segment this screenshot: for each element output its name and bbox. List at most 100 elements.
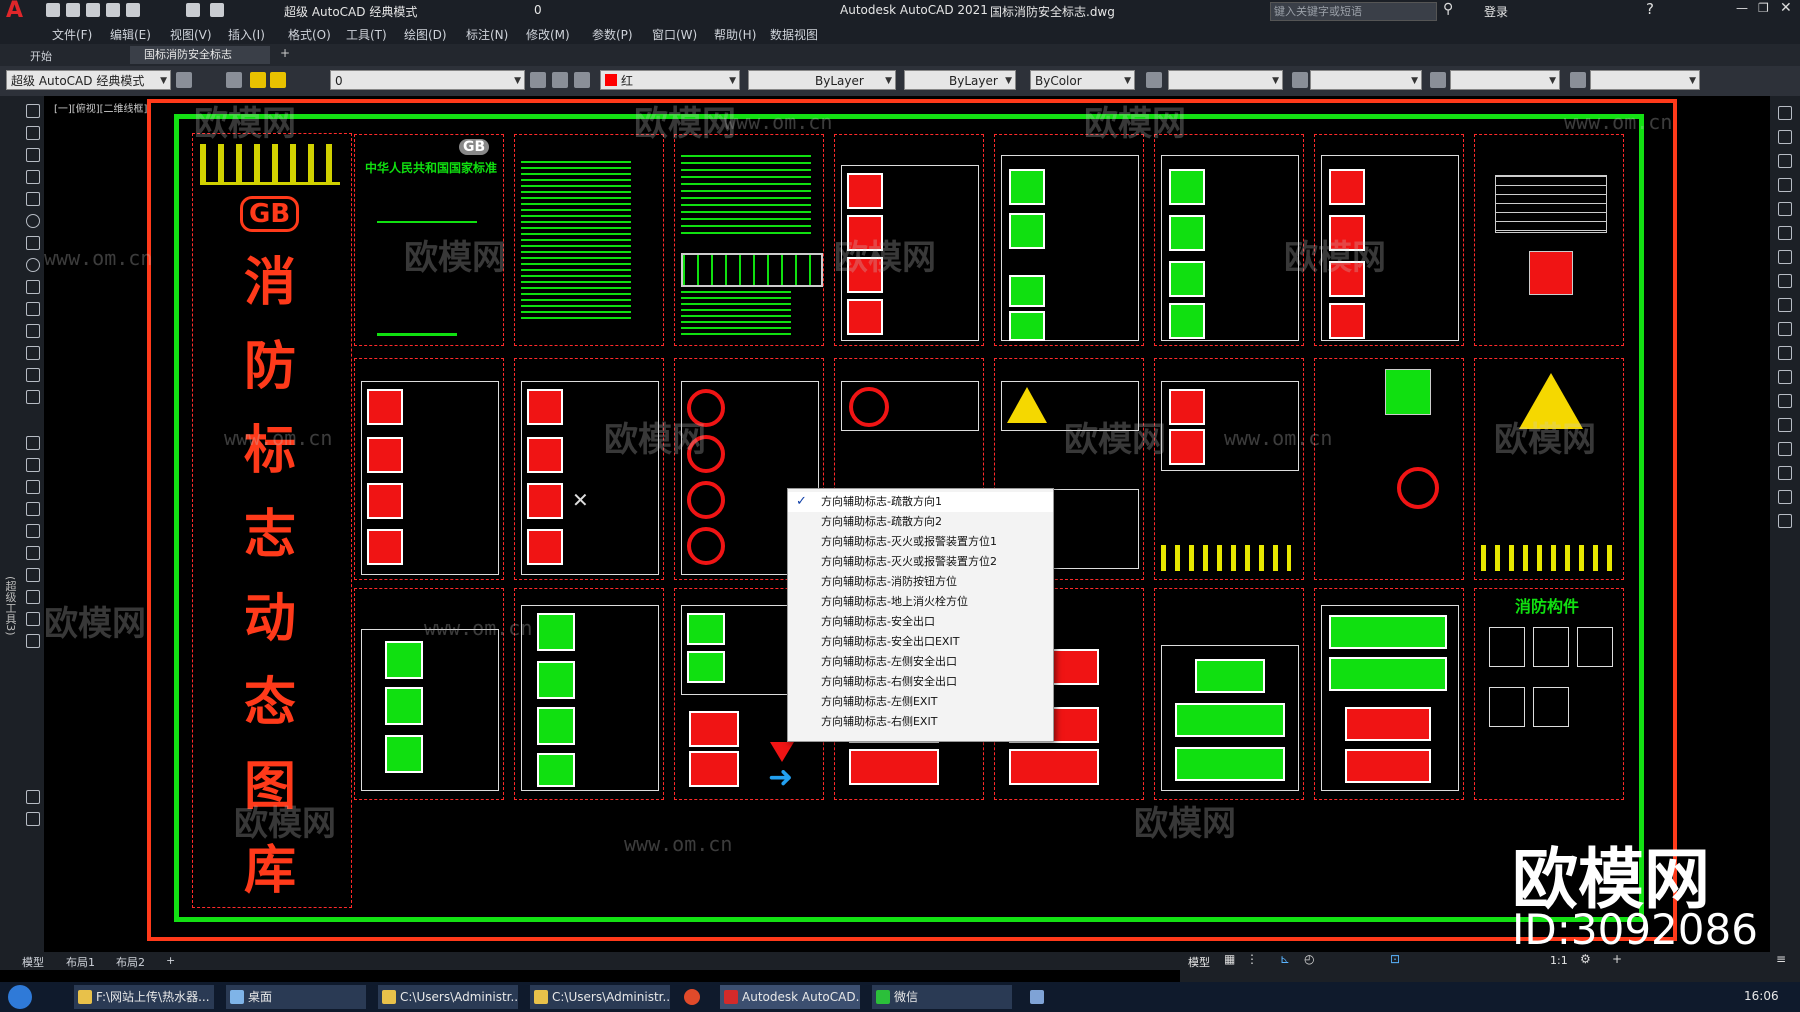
polar-icon[interactable]: ◴ (1304, 952, 1314, 966)
save-icon[interactable] (86, 3, 100, 17)
popup-item[interactable]: 方向辅助标志-右侧EXIT (788, 712, 1053, 732)
workspace-switch[interactable]: 超级 AutoCAD 经典模式 (284, 3, 417, 20)
menu-data-view[interactable]: 数据视图 (770, 26, 818, 43)
tab-layout2[interactable]: 布局2 (116, 954, 145, 970)
line-tool-icon[interactable] (26, 104, 40, 118)
menu-modify[interactable]: 修改(M) (526, 26, 570, 43)
popup-item[interactable]: 方向辅助标志-地上消火栓方位 (788, 592, 1053, 612)
popup-item[interactable]: 方向辅助标志-消防按钮方位 (788, 572, 1053, 592)
layer-quick[interactable]: 0 (534, 3, 542, 17)
rotate-tool-icon[interactable] (26, 546, 40, 560)
scale-tool-icon[interactable] (26, 568, 40, 582)
menu-window[interactable]: 窗口(W) (652, 26, 697, 43)
add-layout-icon[interactable]: + (166, 954, 175, 967)
autocad-logo-icon[interactable]: A (6, 0, 23, 22)
layer-match-icon[interactable] (552, 72, 568, 88)
mirror-object-icon[interactable] (1778, 154, 1792, 168)
offset-object-icon[interactable] (1778, 178, 1792, 192)
mtext-tool-icon[interactable] (26, 390, 40, 404)
pan-hand-icon[interactable] (26, 790, 40, 804)
polyline-tool-icon[interactable] (26, 126, 40, 140)
taskbar-item-explorer2[interactable]: C:\Users\Administr... (530, 985, 670, 1009)
undo-icon[interactable] (186, 3, 200, 17)
circle-tool-icon[interactable] (26, 214, 40, 228)
zoom-tool-icon[interactable] (26, 812, 40, 826)
linetype-select[interactable]: ByLayer ▼ (748, 70, 896, 90)
redo-icon[interactable] (210, 3, 224, 17)
annotation-scale[interactable]: 1:1 (1550, 954, 1568, 967)
gear-icon[interactable] (176, 72, 192, 88)
multileader-style-select[interactable]: ▼ (1590, 70, 1700, 90)
make-current-icon[interactable] (530, 72, 546, 88)
save-as-icon[interactable] (106, 3, 120, 17)
sign-selection-popup[interactable]: ✓ 方向辅助标志-疏散方向1 方向辅助标志-疏散方向2 方向辅助标志-灭火或报警装… (787, 488, 1054, 742)
popup-item[interactable]: 方向辅助标志-左侧安全出口 (788, 652, 1053, 672)
table-tool-icon[interactable] (26, 368, 40, 382)
polygon-tool-icon[interactable] (26, 170, 40, 184)
minimize-icon[interactable]: — (1736, 1, 1748, 15)
erase-tool-icon[interactable] (1778, 106, 1792, 120)
color-select[interactable]: 红 ▼ (600, 70, 740, 90)
layer-previous-icon[interactable] (574, 72, 590, 88)
rectangle-tool-icon[interactable] (26, 192, 40, 206)
plotstyle-select[interactable]: ByColor ▼ (1030, 70, 1135, 90)
popup-item[interactable]: 方向辅助标志-安全出口 (788, 612, 1053, 632)
text-style-icon[interactable] (1146, 72, 1162, 88)
point-tool-icon[interactable] (26, 302, 40, 316)
popup-item[interactable]: 方向辅助标志-安全出口EXIT (788, 632, 1053, 652)
popup-item[interactable]: 方向辅助标志-灭火或报警装置方位1 (788, 532, 1053, 552)
grid-icon[interactable]: ▦ (1224, 952, 1235, 966)
ortho-icon[interactable]: ⊾ (1280, 952, 1290, 966)
close-icon[interactable]: ✕ (1780, 0, 1792, 16)
customize-icon[interactable]: ≡ (1776, 952, 1786, 966)
table-style-select[interactable]: ▼ (1450, 70, 1560, 90)
search-input[interactable]: 键入关键字或短语 (1270, 2, 1437, 21)
tab-document[interactable]: 国标消防安全标志 (130, 46, 270, 64)
region-tool-icon[interactable] (26, 346, 40, 360)
insert-block-icon[interactable] (26, 280, 40, 294)
dim-style-icon[interactable] (1292, 72, 1308, 88)
start-button-icon[interactable] (8, 985, 32, 1009)
menu-dimension[interactable]: 标注(N) (466, 26, 508, 43)
search-icon[interactable]: ⚲ (1443, 1, 1453, 17)
extend-tool-icon[interactable] (26, 634, 40, 648)
workspace-select[interactable]: 超级 AutoCAD 经典模式 ▼ (6, 70, 171, 90)
new-tab-icon[interactable]: + (280, 46, 290, 60)
login-link[interactable]: 登录 (1484, 3, 1508, 20)
lineweight-select[interactable]: ByLayer ▼ (904, 70, 1016, 90)
open-icon[interactable] (66, 3, 80, 17)
hatch-tool-icon[interactable] (26, 324, 40, 338)
multileader-style-icon[interactable] (1570, 72, 1586, 88)
stretch-tool-icon[interactable] (26, 590, 40, 604)
spline-tool-icon[interactable] (26, 236, 40, 250)
popup-item[interactable]: 方向辅助标志-疏散方向2 (788, 512, 1053, 532)
taskbar-item-wechat[interactable]: 微信 (872, 985, 1012, 1009)
copy-object-icon[interactable] (1778, 130, 1792, 144)
menu-view[interactable]: 视图(V) (170, 26, 212, 43)
array-tool-icon[interactable] (26, 502, 40, 516)
extend-object-icon[interactable] (1778, 346, 1792, 360)
menu-tools[interactable]: 工具(T) (346, 26, 387, 43)
layer-properties-icon[interactable] (226, 72, 242, 88)
menu-parametric[interactable]: 参数(P) (592, 26, 633, 43)
tab-start[interactable]: 开始 (30, 48, 52, 64)
offset-tool-icon[interactable] (26, 480, 40, 494)
menu-draw[interactable]: 绘图(D) (404, 26, 447, 43)
array-object-icon[interactable] (1778, 202, 1792, 216)
lightbulb-icon[interactable] (250, 72, 266, 88)
taskbar-item-autocad[interactable]: Autodesk AutoCAD... (720, 985, 860, 1009)
viewport-controls[interactable]: [一][俯视][二维线框] (54, 100, 147, 115)
rotate-object-icon[interactable] (1778, 250, 1792, 264)
taskbar-item-folder[interactable]: F:\网站上传\热水器... (74, 985, 214, 1009)
trim-tool-icon[interactable] (26, 612, 40, 626)
stretch-object-icon[interactable] (1778, 298, 1792, 312)
menu-insert[interactable]: 插入(I) (228, 26, 265, 43)
tray-icon[interactable] (1030, 990, 1044, 1004)
plus-icon[interactable]: + (1612, 952, 1622, 966)
restore-icon[interactable]: ❐ (1758, 1, 1769, 15)
fillet-object-icon[interactable] (1778, 442, 1792, 456)
menu-edit[interactable]: 编辑(E) (110, 26, 151, 43)
popup-item[interactable]: 方向辅助标志-左侧EXIT (788, 692, 1053, 712)
workspace-gear-icon[interactable]: ⚙ (1580, 952, 1591, 966)
properties-icon[interactable] (1778, 514, 1792, 528)
